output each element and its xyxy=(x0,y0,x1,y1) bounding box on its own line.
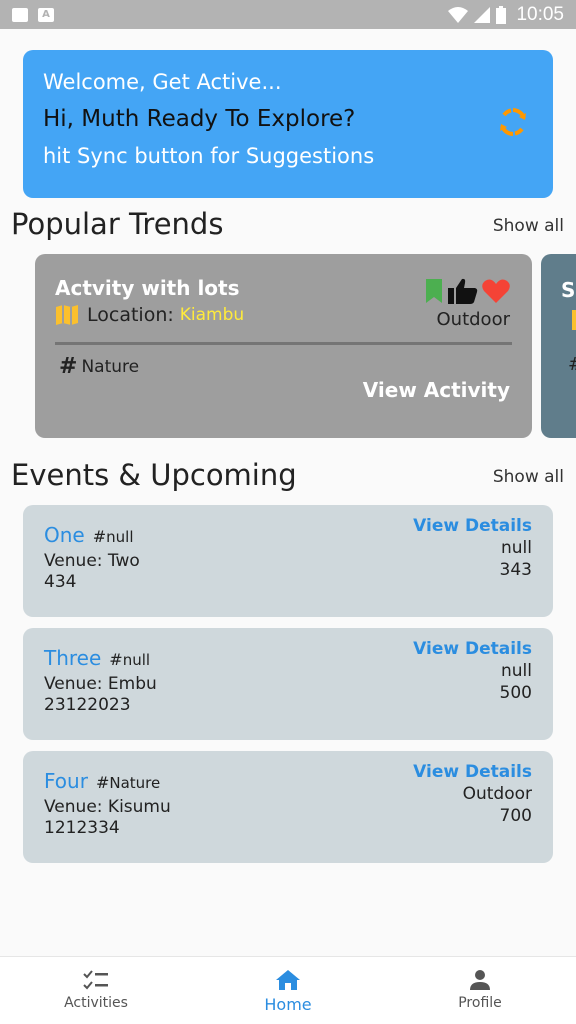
battery-icon xyxy=(496,5,507,24)
trend-card-category: Outdoor xyxy=(436,309,511,330)
map-icon xyxy=(56,305,78,325)
clock: 10:05 xyxy=(516,3,564,25)
hashtag-icon: # xyxy=(59,354,78,379)
event-name: One xyxy=(44,523,85,547)
event-tag-label: Nature xyxy=(109,774,161,792)
wifi-icon xyxy=(448,6,469,23)
popular-show-all-link[interactable]: Show all xyxy=(493,216,564,236)
event-card[interactable]: Four #Nature Venue: Kisumu 1212334 View … xyxy=(23,751,553,863)
trend-card-divider xyxy=(55,342,512,345)
user-greeting: Hi, Muth Ready To Explore? xyxy=(43,106,356,132)
view-activity-button[interactable]: View Activity xyxy=(363,378,510,402)
event-name: Three xyxy=(44,646,102,670)
event-card[interactable]: One #null Venue: Two 434 View Details nu… xyxy=(23,505,553,617)
trend-card-next-title: S xyxy=(561,278,576,302)
bottom-navigation: Activities Home Profile xyxy=(0,956,576,1024)
event-category: null xyxy=(501,661,532,681)
hashtag-icon: # xyxy=(92,527,107,546)
events-title: Events & Upcoming xyxy=(11,458,297,492)
event-number: 500 xyxy=(499,683,532,703)
nav-activities[interactable]: Activities xyxy=(0,957,192,1024)
sync-icon[interactable] xyxy=(497,106,529,138)
welcome-greeting: Welcome, Get Active... xyxy=(43,70,282,94)
hashtag-icon: # xyxy=(568,354,576,375)
event-number: 343 xyxy=(499,560,532,580)
hashtag-icon: # xyxy=(95,773,110,792)
event-tag: #Nature xyxy=(96,773,160,792)
trend-card-actions xyxy=(424,278,510,304)
popular-trends-title: Popular Trends xyxy=(11,207,224,241)
event-number: 700 xyxy=(499,806,532,826)
nav-home[interactable]: Home xyxy=(192,957,384,1024)
event-name: Four xyxy=(44,769,88,793)
trend-card-next[interactable]: S # xyxy=(541,254,576,438)
event-category: null xyxy=(501,538,532,558)
nav-home-label: Home xyxy=(264,995,312,1014)
view-details-button[interactable]: View Details xyxy=(413,638,532,660)
event-card[interactable]: Three #null Venue: Embu 23122023 View De… xyxy=(23,628,553,740)
venue-value: Embu xyxy=(107,674,157,694)
thumbs-up-icon[interactable] xyxy=(448,278,478,304)
view-details-button[interactable]: View Details xyxy=(413,515,532,537)
nav-profile[interactable]: Profile xyxy=(384,957,576,1024)
tag-label: Nature xyxy=(81,356,140,377)
location-label: Location: xyxy=(87,304,174,326)
heart-icon[interactable] xyxy=(482,279,510,303)
trend-card-tag: # Nature xyxy=(59,354,139,379)
text-notification-icon: A xyxy=(38,7,54,22)
status-bar: A 10:05 xyxy=(0,0,576,29)
venue-value: Two xyxy=(107,551,140,571)
nav-profile-label: Profile xyxy=(458,995,502,1011)
venue-value: Kisumu xyxy=(107,797,171,817)
venue-label: Venue: xyxy=(44,797,103,817)
checklist-icon xyxy=(83,970,108,990)
bookmark-icon[interactable] xyxy=(424,279,444,303)
person-icon xyxy=(470,970,490,990)
cell-signal-icon xyxy=(474,6,491,23)
nav-activities-label: Activities xyxy=(64,995,128,1011)
event-tag: #null xyxy=(93,527,134,546)
venue-label: Venue: xyxy=(44,551,103,571)
events-show-all-link[interactable]: Show all xyxy=(493,467,564,487)
trend-card[interactable]: Actvity with lots Location: Kiambu Outdo… xyxy=(35,254,532,438)
event-category: Outdoor xyxy=(462,784,532,804)
venue-label: Venue: xyxy=(44,674,103,694)
sync-hint: hit Sync button for Suggestions xyxy=(43,144,375,168)
welcome-card: Welcome, Get Active... Hi, Muth Ready To… xyxy=(23,50,553,198)
image-notification-icon xyxy=(12,7,28,22)
event-tag-label: null xyxy=(122,651,151,669)
view-details-button[interactable]: View Details xyxy=(413,761,532,783)
hashtag-icon: # xyxy=(109,650,123,669)
event-tag: #null xyxy=(109,650,150,669)
event-tag-label: null xyxy=(106,528,134,546)
map-icon xyxy=(572,310,576,330)
location-value: Kiambu xyxy=(179,305,245,325)
home-icon xyxy=(276,970,300,990)
